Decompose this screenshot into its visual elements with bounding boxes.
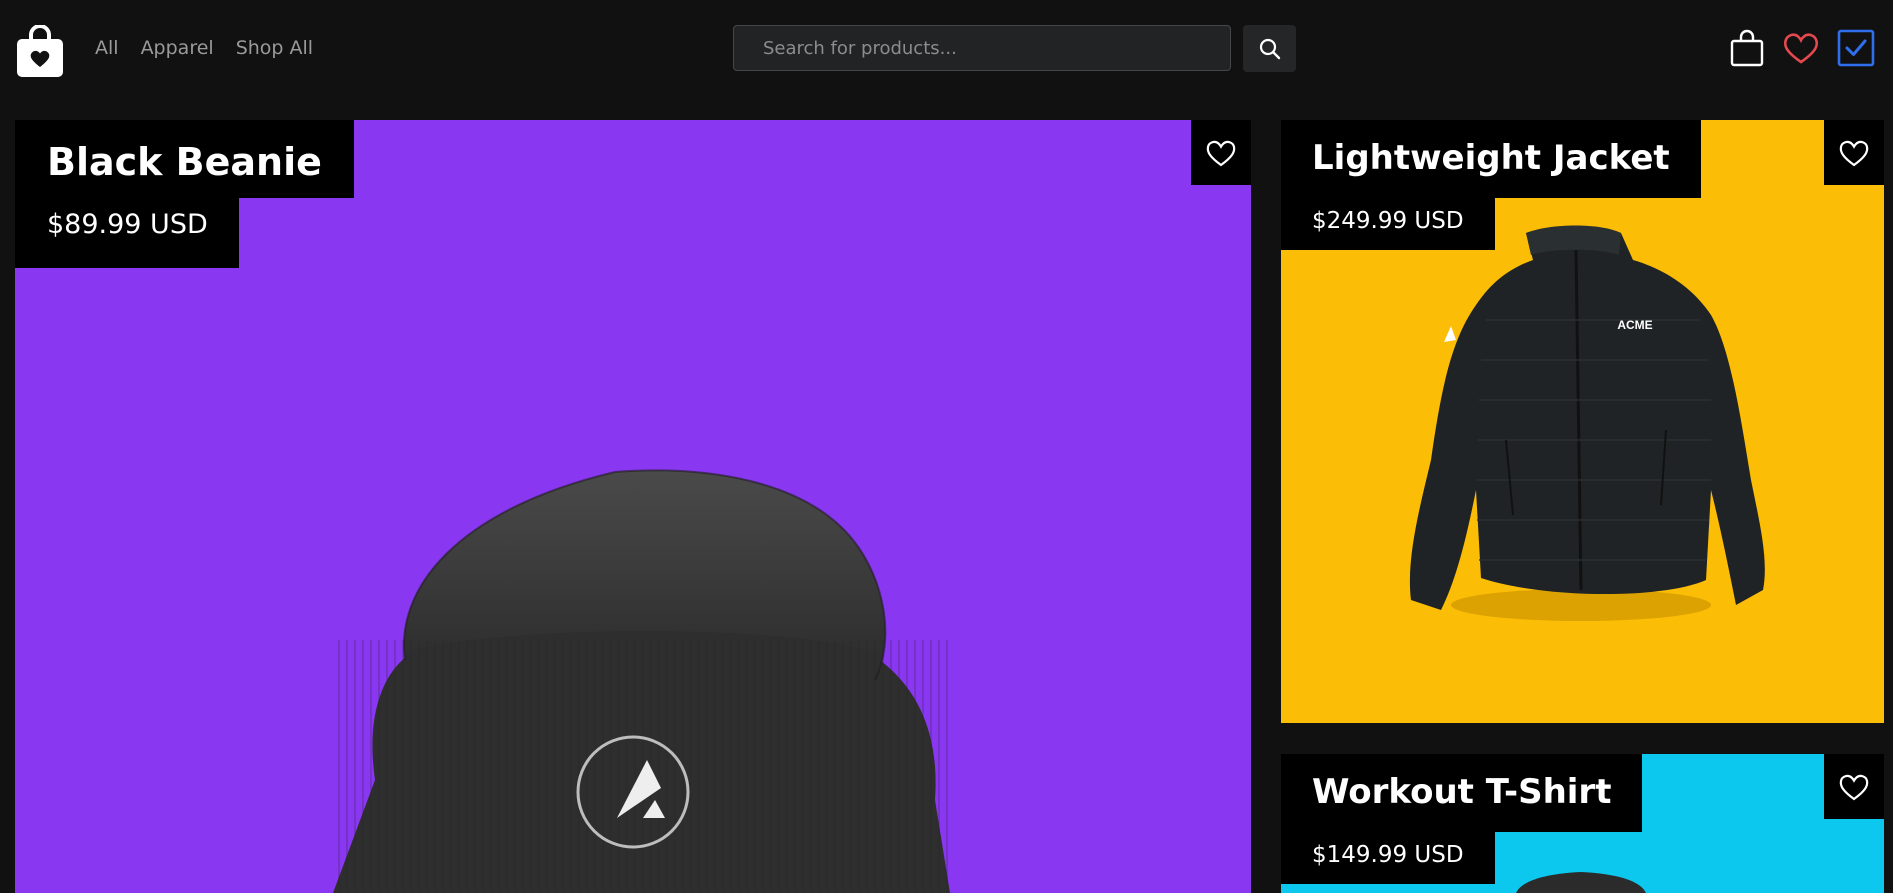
nav-link-apparel[interactable]: Apparel	[141, 37, 214, 59]
nav-link-shop-all[interactable]: Shop All	[236, 37, 313, 59]
product-tile[interactable]: Workout T-Shirt $149.99 USD	[1281, 754, 1884, 893]
favorite-button[interactable]	[1191, 120, 1251, 185]
product-tile[interactable]: Black Beanie $89.99 USD	[15, 120, 1251, 893]
shopping-bag-icon	[1730, 29, 1764, 67]
jacket-brand-text: ACME	[1617, 318, 1652, 332]
checkbox-button[interactable]	[1836, 28, 1876, 68]
heart-outline-icon	[1206, 140, 1236, 166]
product-price: $89.99 USD	[15, 198, 239, 268]
heart-icon	[1783, 33, 1819, 64]
product-tile[interactable]: ACME Lightweight Jacket $249.99 USD	[1281, 120, 1884, 723]
nav-link-all[interactable]: All	[95, 37, 119, 59]
heart-outline-icon	[1839, 774, 1869, 800]
favorite-button[interactable]	[1824, 754, 1884, 819]
checkbox-icon	[1837, 29, 1875, 67]
cart-button[interactable]	[1727, 28, 1767, 68]
product-price: $149.99 USD	[1281, 832, 1495, 884]
heart-outline-icon	[1839, 140, 1869, 166]
search-icon	[1259, 38, 1280, 59]
site-header: All Apparel Shop All	[0, 0, 1893, 100]
shopping-bag-heart-icon[interactable]	[17, 24, 63, 77]
search-button[interactable]	[1243, 25, 1296, 72]
product-name: Lightweight Jacket	[1281, 120, 1701, 198]
wishlist-button[interactable]	[1781, 28, 1821, 68]
main-nav: All Apparel Shop All	[95, 37, 313, 59]
product-price: $249.99 USD	[1281, 198, 1495, 250]
favorite-button[interactable]	[1824, 120, 1884, 185]
product-name: Workout T-Shirt	[1281, 754, 1643, 832]
product-name: Black Beanie	[15, 120, 354, 198]
search-input[interactable]	[733, 25, 1231, 71]
search-bar	[733, 25, 1231, 71]
